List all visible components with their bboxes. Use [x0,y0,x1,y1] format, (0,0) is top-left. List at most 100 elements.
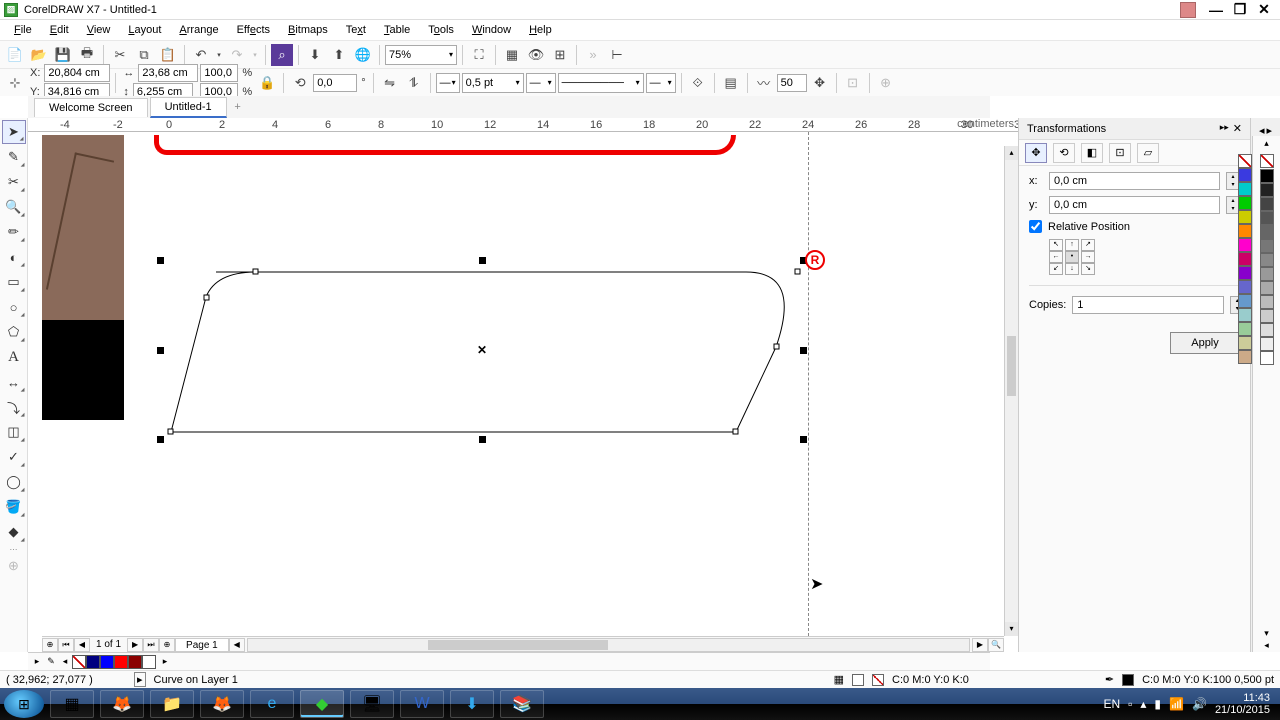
quick-customize[interactable]: ⊕ [2,554,26,578]
swatch[interactable] [1260,351,1274,365]
docker-x-input[interactable] [1049,172,1220,190]
quick-swatch[interactable] [128,655,142,669]
doc-pal-menu[interactable]: ▸ [30,655,44,669]
eyedropper-tool[interactable]: ✓◢ [2,445,26,469]
add-button[interactable]: ⊕ [875,72,897,94]
lock-ratio-button[interactable]: 🔒 [256,72,278,94]
shape-tool[interactable]: ✎◢ [2,145,26,169]
tray-volume-icon[interactable]: 🔊 [1192,697,1207,711]
swatch[interactable] [1260,197,1274,211]
redo-drop[interactable]: ▾ [250,44,260,66]
interactive-tool[interactable]: ◫◢ [2,420,26,444]
bounding-button[interactable]: ⊡ [842,72,864,94]
last-page-button[interactable]: ⏭ [143,638,159,652]
crop-tool[interactable]: ✂◢ [2,170,26,194]
outline-tool[interactable]: ◯◢ [2,470,26,494]
more-button[interactable]: » [582,44,604,66]
swatch[interactable] [1260,211,1274,225]
vertical-guide[interactable] [808,132,809,636]
undo-button[interactable]: ↶ [190,44,212,66]
menu-text[interactable]: Text [338,22,374,38]
ellipse-tool[interactable]: ○◢ [2,295,26,319]
registered-symbol[interactable]: R [805,250,825,270]
ruler-horizontal[interactable]: centimeters -4-2024681012141618202224262… [28,118,1018,132]
swatch[interactable] [1238,196,1252,210]
export-button[interactable]: ⬆ [328,44,350,66]
new-tab-button[interactable]: + [229,99,247,115]
outline-pen-icon[interactable]: ✒ [1105,673,1114,686]
taskbar-apps[interactable]: ▦ [50,690,94,718]
tray-lang[interactable]: EN [1103,697,1120,711]
tray-flag-icon[interactable]: ▫ [1128,697,1132,711]
fill-swatch[interactable] [852,674,864,686]
outline-width-combo[interactable]: 0,5 pt▾ [462,73,524,93]
menu-window[interactable]: Window [464,22,519,38]
taskbar-uc[interactable]: 🦊 [100,690,144,718]
zoom-tool[interactable]: 🔍◢ [2,195,26,219]
relative-position-checkbox[interactable] [1029,220,1042,233]
palette-up-button[interactable]: ▴ [1264,138,1269,150]
polygon-tool[interactable]: ⬠◢ [2,320,26,344]
menu-effects[interactable]: Effects [229,22,278,38]
copy-button[interactable]: ⧉ [133,44,155,66]
doc-pal-nocolor[interactable] [72,655,86,669]
minimize-button[interactable]: — [1204,2,1228,18]
menu-layout[interactable]: Layout [120,22,169,38]
swatch[interactable] [1260,253,1274,267]
menu-help[interactable]: Help [521,22,560,38]
menu-table[interactable]: Table [376,22,418,38]
swatch[interactable] [1238,182,1252,196]
open-button[interactable]: 📂 [28,44,50,66]
swatch[interactable] [1238,280,1252,294]
scale-x-input[interactable] [200,64,238,82]
hscroll-left-button[interactable]: ◀ [229,638,245,652]
transform-skew-button[interactable]: ▱ [1137,143,1159,163]
tray-clock[interactable]: 11:43 21/10/2015 [1215,692,1270,716]
mirror-h-button[interactable]: ⇋ [379,72,401,94]
quick-swatch[interactable] [114,655,128,669]
zoom-combo[interactable]: 75%▾ [385,45,457,65]
first-page-button[interactable]: ⏮ [58,638,74,652]
x-pos-input[interactable] [44,64,110,82]
pick-tool[interactable]: ➤◢ [2,120,26,144]
menu-arrange[interactable]: Arrange [171,22,226,38]
scroll-up-button[interactable]: ▴ [1005,146,1018,160]
swatch[interactable] [1260,323,1274,337]
menu-bitmaps[interactable]: Bitmaps [280,22,336,38]
search-button[interactable]: ⌕ [271,44,293,66]
taskbar-monitor[interactable]: 🖥 [350,690,394,718]
undo-drop[interactable]: ▾ [214,44,224,66]
swatch[interactable] [1260,281,1274,295]
scroll-v-thumb[interactable] [1007,336,1016,396]
swatch[interactable] [1238,168,1252,182]
quick-swatch[interactable] [86,655,100,669]
close-curve-button[interactable]: ⟐ [687,72,709,94]
swatch[interactable] [1238,336,1252,350]
tray-signal-icon[interactable]: 📶 [1169,697,1184,711]
swatch[interactable] [1238,252,1252,266]
scrollbar-horizontal[interactable] [247,638,970,652]
swatch[interactable] [1260,183,1274,197]
transform-position-button[interactable]: ✥ [1025,143,1047,163]
scrollbar-vertical[interactable]: ▴ ▾ [1004,146,1018,636]
docker-collapse-button[interactable]: ▸▸ [1220,122,1229,135]
transform-size-button[interactable]: ⊡ [1109,143,1131,163]
palette-down-button[interactable]: ▾ [1264,628,1269,640]
publish-button[interactable]: 🌐 [352,44,374,66]
rotation-input[interactable] [313,74,357,92]
import-button[interactable]: ⬇ [304,44,326,66]
taskbar-ie[interactable]: e [250,690,294,718]
text-tool[interactable]: A [2,345,26,369]
outline-swatch[interactable] [1122,674,1134,686]
swatch[interactable] [1260,337,1274,351]
save-button[interactable]: 💾 [52,44,74,66]
fullscreen-button[interactable]: ⛶ [468,44,490,66]
freehand-tool[interactable]: ✏◢ [2,220,26,244]
interactive-fill-tool[interactable]: ◆◢ [2,520,26,544]
menu-tools[interactable]: Tools [420,22,462,38]
apply-button[interactable]: Apply [1170,332,1240,354]
canvas[interactable]: ✕ R ➤ [42,132,1004,636]
new-button[interactable]: 📄 [4,44,26,66]
swatch[interactable] [1238,350,1252,364]
quick-swatch[interactable] [142,655,156,669]
